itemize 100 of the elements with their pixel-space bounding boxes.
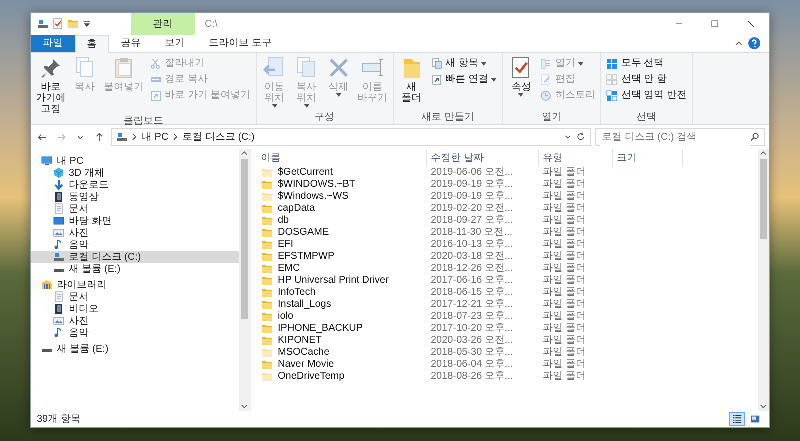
ribbon-button[interactable]: 모두 선택 [604,57,689,71]
type-cell-text: 파일 폴더 [542,167,587,179]
scrollbar[interactable] [239,149,250,411]
scrollbar-thumb[interactable] [241,159,248,319]
nav-item[interactable]: 로컬 디스크 (C:) [31,251,239,263]
download-icon [53,179,65,191]
file-name[interactable]: InfoTech [257,287,427,299]
ribbon-button[interactable]: 새 항목 [428,57,500,71]
nav-item[interactable]: 새 볼륨 (E:) [31,263,239,275]
ribbon-button[interactable]: 선택 영역 반전 [604,89,689,103]
document-icon [53,203,65,215]
back-arrow-icon [37,132,48,142]
type-cell-text: 파일 폴더 [542,359,587,371]
type-cell-text: 파일 폴더 [542,335,587,347]
open-icon [540,58,552,70]
date-cell-text: 2018-12-26 오전... [430,263,514,275]
type-cell-text: 파일 폴더 [542,275,587,287]
type-cell-text: 파일 폴더 [542,347,587,359]
scroll-down-icon [241,403,248,411]
file-name[interactable]: $GetCurrent [257,167,427,179]
nav-item[interactable]: 바탕 화면 [31,215,239,227]
breadcrumb[interactable]: 내 PC [142,130,169,144]
file-name[interactable]: MSOCache [257,347,427,359]
type-cell-text: 파일 폴더 [542,323,587,335]
ribbon-button[interactable]: 새 폴더 [396,55,427,112]
column-header[interactable]: 수정한 날짜 [427,149,539,167]
scrollbar[interactable] [758,149,769,411]
file-name[interactable]: $WINDOWS.~BT [257,179,427,191]
scroll-down-icon [760,403,767,411]
file-name[interactable]: EFI [257,239,427,251]
scrollbar-thumb[interactable] [760,159,767,239]
date-cell-text: 2018-06-15 오후... [430,287,514,299]
up-arrow-icon [94,132,105,142]
address-bar[interactable]: 내 PC 로컬 디스크 (C:) [111,128,591,146]
picture-icon [53,315,65,327]
column-header[interactable]: 크기 [613,149,683,167]
nav-item[interactable]: 내 PC [31,155,239,167]
group-label: 열기 [540,112,563,124]
help-button[interactable] [746,35,763,52]
nav-item[interactable]: 사진 [31,315,239,327]
file-name[interactable]: OneDriveTemp [257,371,427,383]
nav-item[interactable]: 사진 [31,227,239,239]
ribbon-button[interactable]: 속성 [506,55,536,112]
date-cell-text: 2018-05-30 오후... [430,347,514,359]
ribbon-tab[interactable]: 공유 [109,35,153,52]
file-name[interactable]: db [257,215,427,227]
nav-item[interactable]: 문서 [31,203,239,215]
folder-icon [67,18,79,30]
type-cell-text: 파일 폴더 [542,179,587,191]
select-none-icon [606,74,618,86]
help-icon [748,37,761,50]
file-name[interactable]: iolo [257,311,427,323]
ribbon-button[interactable]: 빠른 연결 [428,73,500,87]
group-label: 선택 [636,112,658,124]
type-cell-text: 파일 폴더 [542,311,587,323]
view-toggle-button[interactable] [729,412,745,426]
nav-item[interactable]: 음악 [31,327,239,339]
file-name[interactable]: EMC [257,263,427,275]
date-cell-text: 2017-10-20 오후... [430,323,514,335]
group-label: 클립보드 [122,116,164,128]
nav-item[interactable]: 다운로드 [31,179,239,191]
date-cell-text: 2018-07-23 오후... [430,311,514,323]
breadcrumb[interactable]: 로컬 디스크 (C:) [182,130,255,144]
file-name[interactable]: Install_Logs [257,299,427,311]
nav-item[interactable]: 3D 개체 [31,167,239,179]
document-icon [53,291,65,303]
ribbon-tab[interactable]: 홈 [75,35,109,53]
new-item-icon [430,58,443,70]
scissors-icon [150,58,162,70]
file-name[interactable]: DOSGAME [257,227,427,239]
nav-item[interactable]: 문서 [31,291,239,303]
date-cell-text: 2019-09-19 오후... [430,179,514,191]
file-name[interactable]: IPHONE_BACKUP [257,323,427,335]
file-name[interactable]: $Windows.~WS [257,191,427,203]
nav-item[interactable]: 라이브러리 [31,279,239,291]
file-menu-tab[interactable]: 파일 [31,35,75,52]
file-name[interactable]: capData [257,203,427,215]
nav-item[interactable]: 비디오 [31,303,239,315]
type-cell-text: 파일 폴더 [542,287,587,299]
details-view-icon [732,414,742,424]
file-name[interactable]: KIPONET [257,335,427,347]
file-name[interactable]: HP Universal Print Driver [257,275,427,287]
nav-item[interactable]: 동영상 [31,191,239,203]
film-icon [53,191,65,203]
column-header[interactable]: 이름 [257,149,427,167]
column-header[interactable]: 유형 [539,149,613,167]
chevron-icon [132,133,138,141]
nav-item[interactable]: 새 볼륨 (E:) [31,343,239,355]
file-name[interactable]: Naver Movie [257,359,427,371]
ribbon-button[interactable]: 바로 가기에 고정 [34,55,68,116]
ribbon-button[interactable]: 선택 안 함 [604,73,689,87]
nav-item[interactable]: 음악 [31,239,239,251]
date-cell-text: 2016-10-13 오후... [430,239,514,251]
date-cell-text: 2018-11-30 오전... [430,227,514,239]
file-name[interactable]: EFSTMPWP [257,251,427,263]
ribbon-tab[interactable]: 드라이브 도구 [197,35,284,52]
search-field[interactable]: 로컬 디스크 (C:) 검색 [595,128,765,146]
ribbon-tab[interactable]: 보기 [153,35,197,52]
type-cell-text: 파일 폴더 [542,191,587,203]
date-cell-text: 2019-06-06 오전... [430,167,514,179]
